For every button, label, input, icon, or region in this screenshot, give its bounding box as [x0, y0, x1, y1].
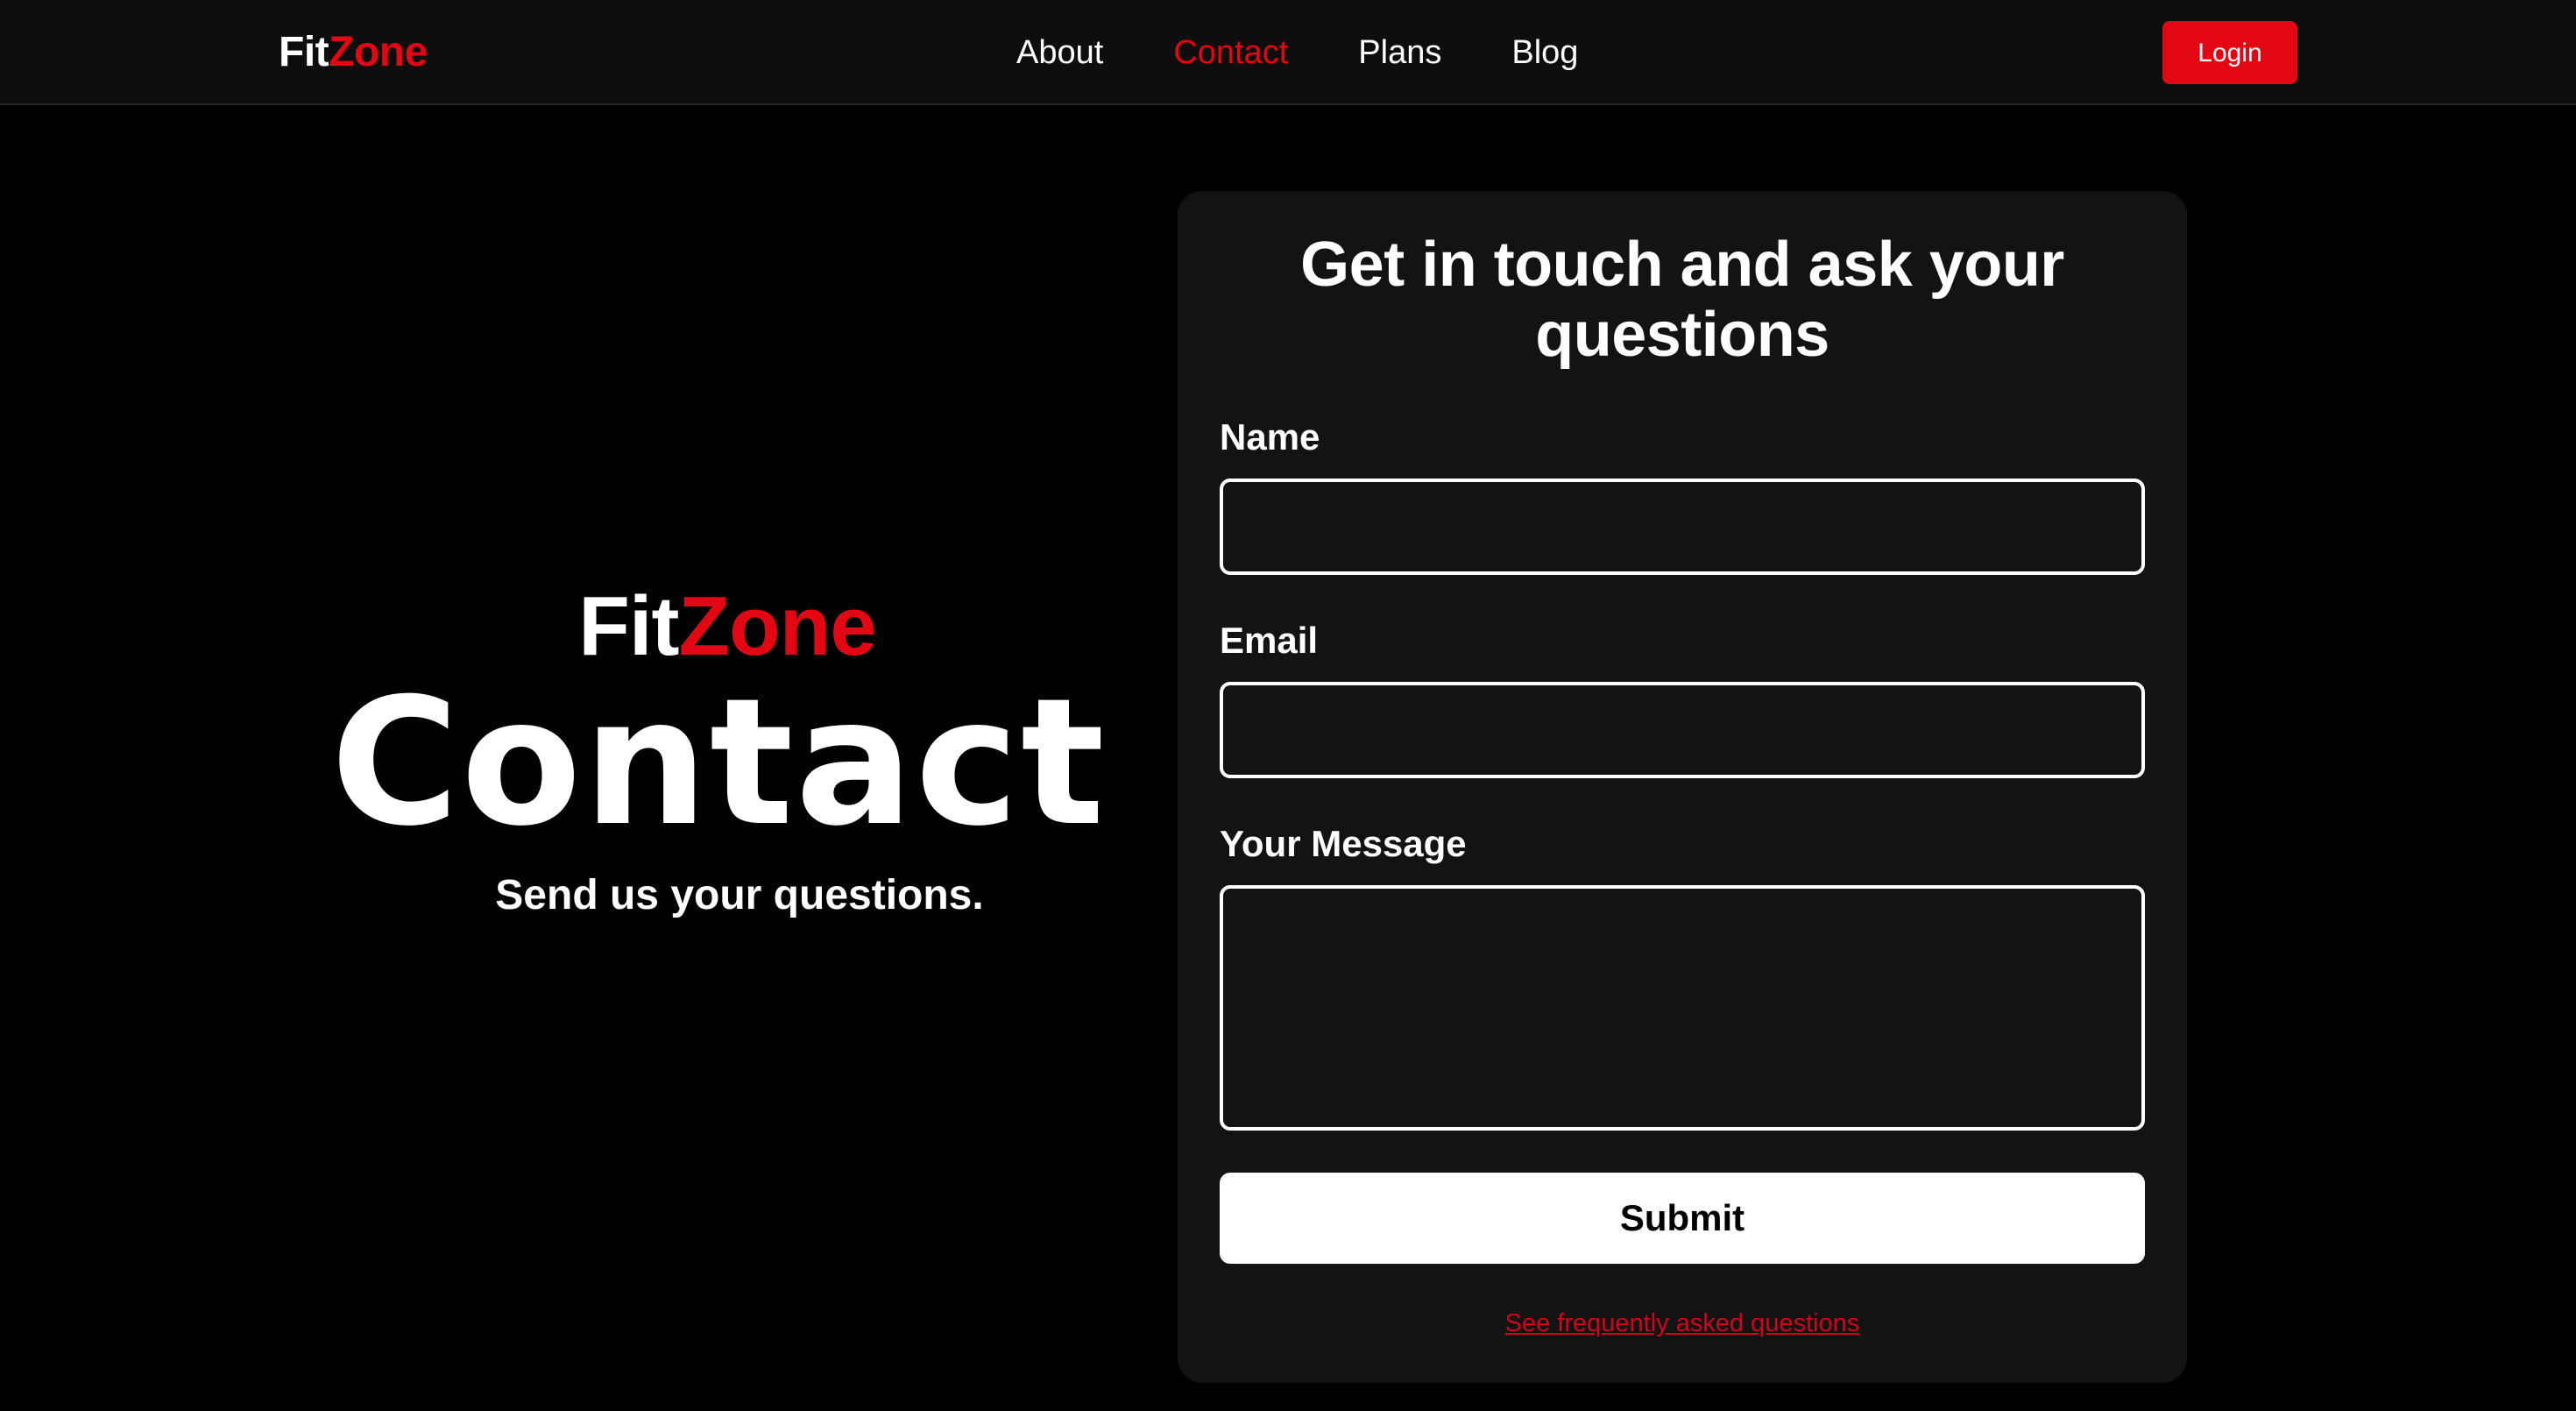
name-label: Name — [1220, 416, 1320, 457]
form-title: Get in touch and ask your questions — [1300, 230, 2064, 370]
nav-links: About Contact Plans Blog — [1016, 0, 1578, 105]
login-button[interactable]: Login — [2162, 21, 2297, 84]
faq-link[interactable]: See frequently asked questions — [1178, 1309, 2187, 1338]
email-label: Email — [1220, 620, 1319, 661]
message-field[interactable] — [1220, 885, 2145, 1131]
nav-link-blog[interactable]: Blog — [1511, 34, 1578, 72]
submit-button[interactable]: Submit — [1220, 1173, 2145, 1264]
hero-section: FitZone Contact Send us your questions. — [330, 578, 1122, 922]
page-subtitle: Send us your questions. — [495, 872, 984, 918]
page-title: Contact — [330, 661, 1107, 865]
nav-link-about[interactable]: About — [1016, 34, 1103, 72]
brand-logo[interactable]: FitZone — [279, 0, 428, 105]
navbar: FitZone About Contact Plans Blog Login — [0, 0, 2576, 105]
brand-logo-zone: Zone — [329, 29, 428, 75]
email-field[interactable] — [1220, 682, 2145, 778]
name-field[interactable] — [1220, 479, 2145, 575]
hero-brand-zone: Zone — [678, 579, 876, 673]
nav-link-plans[interactable]: Plans — [1358, 34, 1441, 72]
brand-logo-fit: Fit — [279, 29, 329, 75]
nav-link-contact[interactable]: Contact — [1173, 34, 1288, 72]
hero-brand-fit: Fit — [578, 579, 679, 673]
message-label: Your Message — [1220, 823, 1467, 864]
contact-form-card: Get in touch and ask your questions Name… — [1178, 191, 2187, 1383]
